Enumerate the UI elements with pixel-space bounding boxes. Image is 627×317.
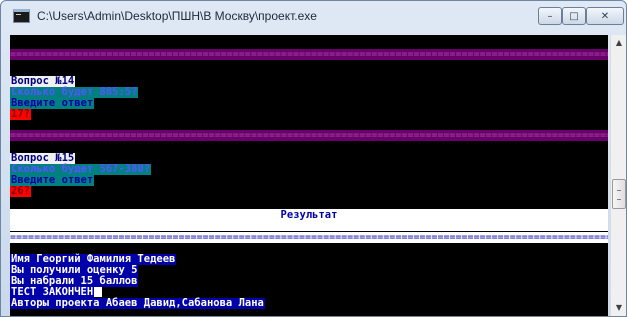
authors-text: Авторы проекта Абаев Давид,Сабанова Лана <box>10 297 265 309</box>
answer-text: 17? <box>10 108 31 120</box>
vertical-scrollbar[interactable]: ▲ ▼ <box>610 35 626 316</box>
console-app-icon <box>13 9 30 23</box>
result-title: Результат <box>10 209 608 221</box>
result-separator: ========================================… <box>10 232 608 243</box>
question-14-answer: 17? <box>10 109 31 120</box>
separator-line: ========================================… <box>10 49 608 60</box>
separator-line: ========================================… <box>10 130 608 141</box>
scroll-up-arrow-icon[interactable]: ▲ <box>611 35 627 51</box>
close-button[interactable]: ✕ <box>586 7 624 25</box>
result-band <box>10 221 608 231</box>
scroll-down-arrow-icon[interactable]: ▼ <box>611 300 627 316</box>
console-window: C:\Users\Admin\Desktop\ПШН\В Москву\прое… <box>0 0 627 317</box>
text-cursor <box>94 287 103 297</box>
window-title: C:\Users\Admin\Desktop\ПШН\В Москву\прое… <box>37 9 317 23</box>
maximize-button[interactable]: □ <box>562 7 586 25</box>
answer-text: 26? <box>10 185 31 197</box>
console-output[interactable]: ========================================… <box>10 35 608 316</box>
title-bar[interactable]: C:\Users\Admin\Desktop\ПШН\В Москву\прое… <box>1 1 626 31</box>
result-authors-line: Авторы проекта Абаев Давид,Сабанова Лана <box>10 298 265 309</box>
question-15-answer: 26? <box>10 186 31 197</box>
scrollbar-thumb[interactable] <box>612 179 626 209</box>
minimize-button[interactable]: – <box>538 7 562 25</box>
